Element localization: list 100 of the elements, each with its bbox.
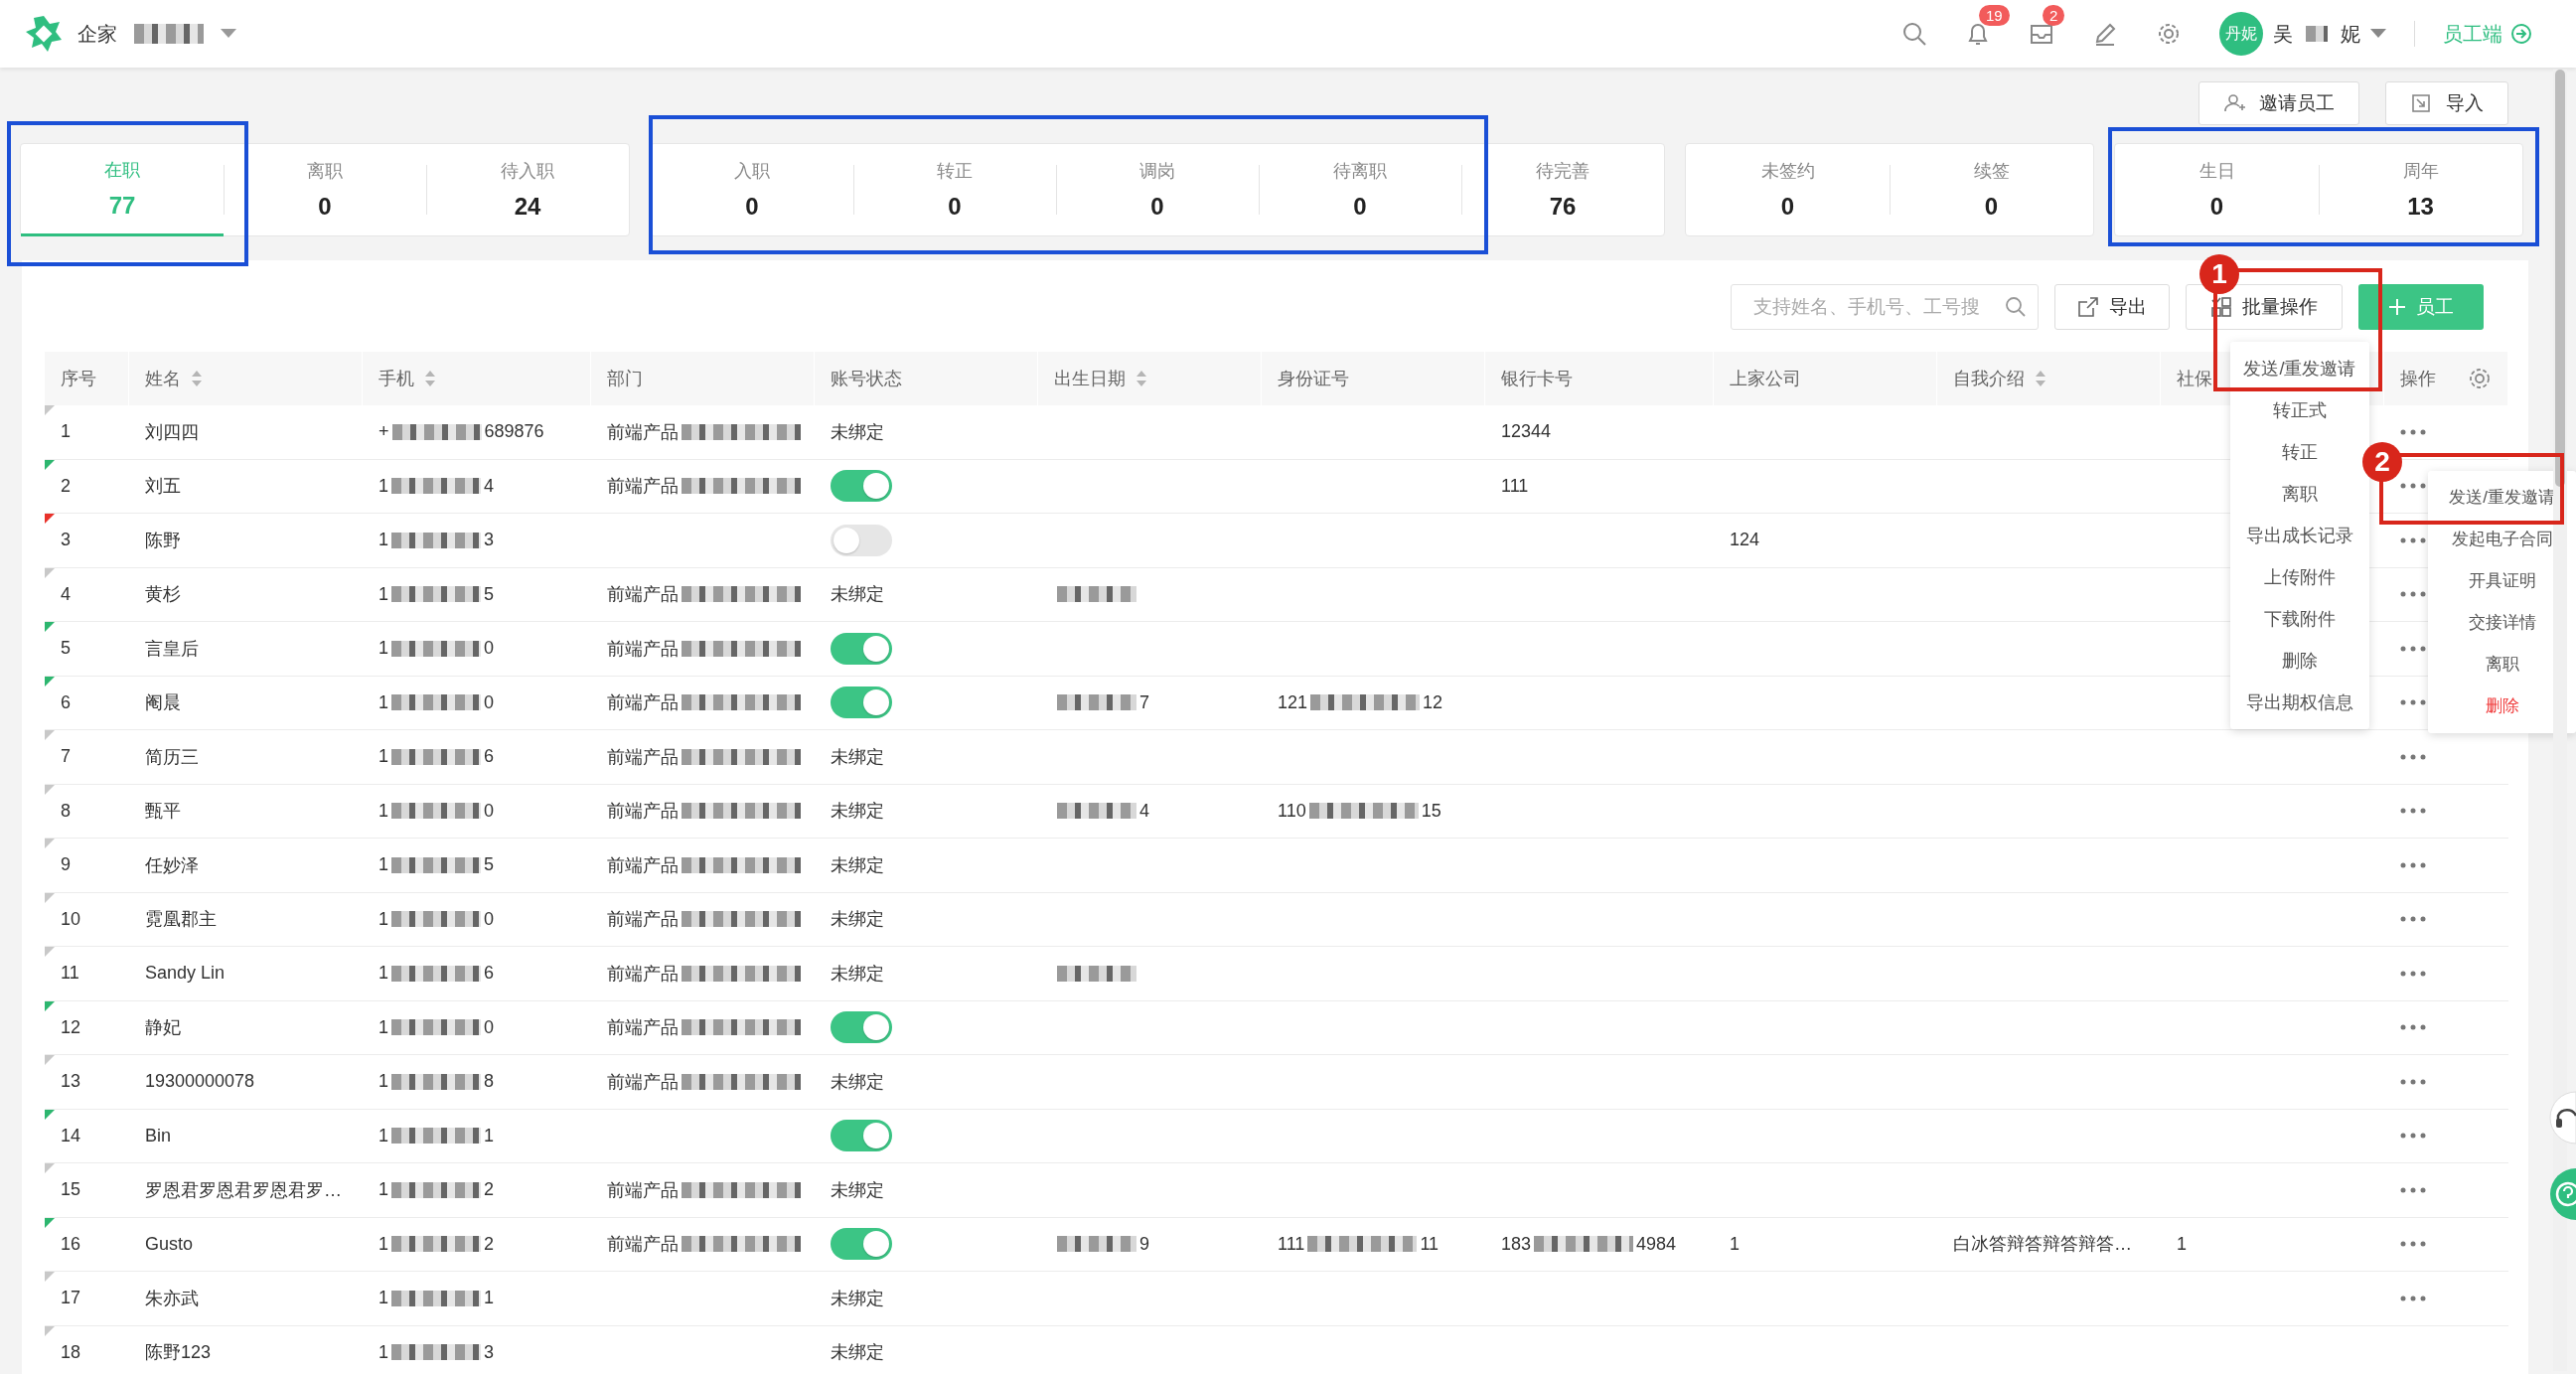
- table-cell-text: 前端产品: [607, 1178, 679, 1202]
- table-cell-text: 前端产品: [607, 1016, 679, 1040]
- table-cell-text: 言皇后: [145, 637, 199, 661]
- table-cell-text: 未绑定: [831, 420, 884, 444]
- table-cell: 13: [61, 1071, 81, 1093]
- table-cell: Bin: [145, 1125, 171, 1146]
- table-cell-text: 阉晨: [145, 691, 181, 715]
- number-marker: 1: [2199, 254, 2239, 294]
- table-cell-text: 未绑定: [831, 962, 884, 986]
- table-cell: 1: [379, 1288, 388, 1309]
- table-cell-text: 未绑定: [831, 745, 884, 769]
- table-cell: 7: [1139, 691, 1149, 713]
- table-cell-text: 未绑定: [831, 1341, 884, 1365]
- table-cell: 1: [379, 530, 388, 551]
- table-cell-text: 白冰答辩答辩答辩答…: [1953, 1233, 2132, 1257]
- table-cell: 1: [379, 1125, 388, 1146]
- column-header: 身份证号: [1262, 352, 1485, 405]
- table-cell: 3: [484, 1341, 495, 1363]
- table-cell: 8: [484, 1071, 495, 1093]
- table-cell: 1: [379, 746, 388, 768]
- table-cell: 1: [379, 691, 388, 713]
- table-cell-text: 甄平: [145, 800, 181, 824]
- table-cell: 2: [484, 1179, 495, 1201]
- company-name: 企家: [77, 21, 117, 47]
- table-cell: 110: [1278, 800, 1306, 822]
- table-cell-text: 霓凰郡主: [145, 908, 217, 932]
- table-cell: 1: [379, 1233, 388, 1255]
- table-cell: 1: [379, 854, 388, 876]
- table-cell-text: 前端产品: [607, 1233, 679, 1257]
- table-cell: 6: [484, 963, 495, 985]
- table-cell-text: 简历三: [145, 745, 199, 769]
- table-cell-text: 前端产品: [607, 745, 679, 769]
- table-cell: 6: [484, 746, 495, 768]
- table-cell: 111: [1501, 475, 1529, 497]
- table-cell: 14: [61, 1125, 81, 1146]
- table-cell: 15: [61, 1179, 81, 1201]
- table-cell-text: 前端产品: [607, 908, 679, 932]
- table-cell: 18: [61, 1341, 81, 1363]
- table-cell: 1: [379, 583, 388, 605]
- table-cell: 4: [1139, 800, 1149, 822]
- table-cell-text: 未绑定: [831, 908, 884, 932]
- count-badge: 19: [1979, 5, 2010, 26]
- table-cell: 3: [61, 530, 71, 551]
- table-cell: 11: [61, 963, 79, 985]
- table-cell: Gusto: [145, 1233, 194, 1255]
- user-name: 妮: [2341, 21, 2360, 47]
- table-cell: 183: [1501, 1233, 1532, 1255]
- table-cell-text: 罗恩君罗恩君罗恩君罗…: [145, 1178, 342, 1202]
- table-cell: 1: [379, 800, 388, 822]
- table-cell-text: 陈野: [145, 529, 181, 552]
- table-cell: 17: [61, 1288, 81, 1309]
- table-cell: 1: [61, 421, 71, 443]
- table-cell: 11: [1420, 1233, 1440, 1255]
- column-header: 操作: [2384, 352, 2508, 405]
- table-cell: 5: [61, 638, 71, 660]
- table-cell: 0: [484, 800, 495, 822]
- table-cell: 9: [1139, 1233, 1149, 1255]
- table-cell: 10: [61, 908, 81, 930]
- table-cell-text: 前端产品: [607, 637, 679, 661]
- table-cell: 4: [61, 583, 71, 605]
- table-cell: 1: [379, 963, 388, 985]
- table-cell: 19300000078: [145, 1071, 255, 1093]
- table-cell: 8: [61, 800, 71, 822]
- table-cell: 5: [484, 854, 495, 876]
- table-cell: 1: [2177, 1233, 2187, 1255]
- table-cell: 4: [484, 475, 495, 497]
- table-cell-text: 未绑定: [831, 853, 884, 877]
- table-cell: 0: [484, 1016, 495, 1038]
- table-cell: 124: [1730, 530, 1760, 551]
- column-header: 部门: [591, 352, 815, 405]
- table-cell-text: 前端产品: [607, 475, 679, 499]
- table-cell: 1: [379, 1179, 388, 1201]
- table-cell: 15: [1421, 800, 1441, 822]
- table-cell: 12: [61, 1016, 81, 1038]
- table-cell: 0: [484, 638, 495, 660]
- table-cell: 2: [61, 475, 71, 497]
- table-cell: 16: [61, 1233, 81, 1255]
- table-cell: 7: [61, 746, 71, 768]
- table-cell-text: 陈野123: [145, 1341, 212, 1365]
- table-cell: 1: [379, 1071, 388, 1093]
- table-cell: 4984: [1636, 1233, 1677, 1255]
- table-cell-text: 未绑定: [831, 1287, 884, 1310]
- table-cell: 0: [484, 908, 495, 930]
- table-cell-text: 前端产品: [607, 800, 679, 824]
- table-cell: 5: [484, 583, 495, 605]
- user-name: 吴: [2273, 21, 2293, 47]
- table-cell-text: 前端产品: [607, 420, 679, 444]
- table-cell-text: 未绑定: [831, 583, 884, 607]
- table-cell: 9: [61, 854, 71, 876]
- table-cell-text: 未绑定: [831, 1070, 884, 1094]
- table-cell-text: 任妙泽: [145, 853, 199, 877]
- table-cell: 1: [379, 1016, 388, 1038]
- table-cell: +: [379, 421, 389, 443]
- column-header: 账号状态: [815, 352, 1038, 405]
- table-cell-text: 前端产品: [607, 962, 679, 986]
- count-badge: 2: [2043, 5, 2065, 26]
- table-cell: 689876: [484, 421, 544, 443]
- table-cell-text: 前端产品: [607, 691, 679, 715]
- table-cell-text: 未绑定: [831, 1178, 884, 1202]
- table-cell: 1: [379, 475, 388, 497]
